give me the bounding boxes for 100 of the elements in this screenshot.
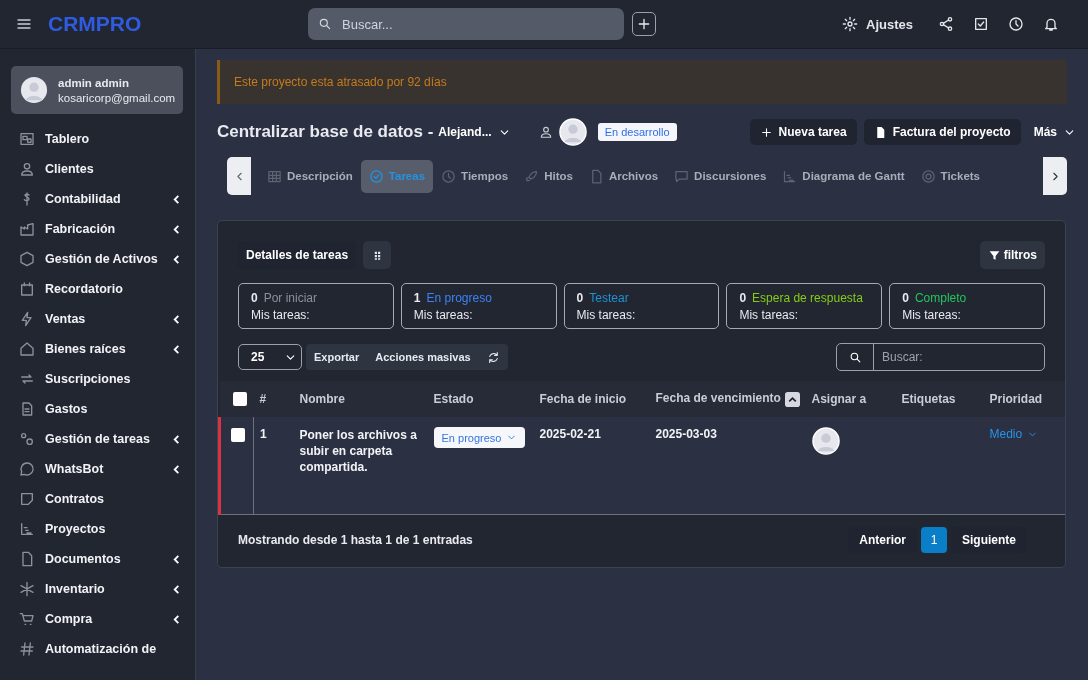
tab[interactable]: Discursiones <box>666 159 775 193</box>
summary-caption: Mis tareas: <box>739 307 800 322</box>
kanban-button[interactable] <box>363 241 392 269</box>
sidebar-item[interactable]: Gestión de Activos <box>0 244 195 274</box>
column-header[interactable]: Nombre <box>299 392 345 406</box>
tab[interactable]: Hitos <box>516 159 581 193</box>
task-details-button[interactable]: Detalles de tareas <box>238 241 357 269</box>
sidebar-item[interactable]: Ventas <box>0 304 195 334</box>
bulk-actions-button[interactable]: Acciones masivas <box>367 344 479 370</box>
table-search-field[interactable]: Buscar: <box>836 343 1045 371</box>
sidebar-item[interactable]: Contabilidad <box>0 184 195 214</box>
column-header[interactable]: Prioridad <box>989 392 1043 406</box>
column-header[interactable]: Asignar a <box>811 392 867 406</box>
status-label: Espera de respuesta <box>752 290 863 305</box>
sidebar-item[interactable]: Fabricación <box>0 214 195 244</box>
clock-icon <box>441 168 457 184</box>
column-header[interactable]: Estado <box>433 392 474 406</box>
row-checkbox[interactable] <box>231 427 245 442</box>
bell-icon[interactable] <box>1043 16 1059 32</box>
summary-caption: Mis tareas: <box>251 307 311 322</box>
client-dropdown[interactable]: Alejand... <box>438 125 511 139</box>
table-cell: 2025-02-21 <box>539 427 601 441</box>
search-input[interactable]: Buscar... <box>340 15 614 33</box>
summary-card[interactable]: 0 Completo Mis tareas: <box>889 283 1045 329</box>
sort-icon[interactable] <box>784 391 800 407</box>
note-icon <box>19 491 35 507</box>
priority-dropdown[interactable]: Medio <box>989 427 1039 441</box>
page-size-select[interactable]: 25 <box>238 344 302 370</box>
entries-info: Mostrando desde 1 hasta 1 de 1 entradas <box>238 532 473 547</box>
tab[interactable]: Tickets <box>912 159 989 193</box>
sidebar-item[interactable]: Tablero <box>0 124 195 154</box>
page-button[interactable]: 1 <box>921 526 947 553</box>
status-dropdown[interactable]: En progreso <box>433 427 526 448</box>
previous-button[interactable]: Anterior <box>848 526 917 553</box>
invoice-button[interactable]: Factura del proyecto <box>863 119 1021 145</box>
search-field[interactable]: Buscar... <box>308 8 624 40</box>
avatar-icon <box>20 76 48 104</box>
table-search-input[interactable]: Buscar: <box>874 344 1044 370</box>
status-label: Completo <box>914 290 967 305</box>
user-name: admin admin <box>58 76 130 89</box>
column-header[interactable]: # <box>259 392 267 406</box>
menu-icon[interactable] <box>16 16 32 32</box>
tab[interactable]: Tiempos <box>433 159 517 193</box>
summary-card[interactable]: 0 Testear Mis tareas: <box>563 283 720 329</box>
sidebar-item[interactable]: Suscripciones <box>0 364 195 394</box>
sidebar-item[interactable]: WhatsBot <box>0 454 195 484</box>
user-card[interactable]: admin admin kosaricorp@gmail.com <box>11 66 183 114</box>
sidebar-item[interactable]: Inventario <box>0 574 195 604</box>
filter-icon <box>987 248 1001 262</box>
tab[interactable]: Archivos <box>580 159 667 193</box>
more-dropdown[interactable]: Más <box>1027 119 1082 145</box>
share-icon[interactable] <box>938 16 954 32</box>
sidebar-item[interactable]: Documentos <box>0 544 195 574</box>
hash-icon <box>19 641 35 657</box>
column-header[interactable]: Fecha de vencimiento <box>655 391 781 406</box>
select-all-checkbox[interactable] <box>232 392 247 407</box>
summary-card[interactable]: 0 Espera de respuesta Mis tareas: <box>726 283 883 329</box>
grid-icon <box>267 168 282 184</box>
next-button[interactable]: Siguiente <box>951 526 1027 553</box>
summary-caption: Mis tareas: <box>576 307 637 322</box>
task-name-link[interactable]: Poner los archivos a subir en carpeta compartida. <box>299 427 422 475</box>
filters-button[interactable]: filtros <box>979 241 1045 269</box>
sidebar-item[interactable]: Clientes <box>0 154 195 184</box>
add-button[interactable] <box>632 12 656 36</box>
dashboard-icon <box>19 131 35 147</box>
refresh-icon <box>486 350 500 364</box>
user-icon <box>19 161 35 177</box>
tab[interactable]: Descripción <box>259 159 361 193</box>
user-email: kosaricorp@gmail.com <box>58 91 176 104</box>
sidebar-item[interactable]: Gestión de tareas <box>0 424 195 454</box>
snowflake-icon <box>19 581 35 597</box>
settings-button[interactable]: Ajustes <box>842 16 913 32</box>
search-icon <box>318 17 332 31</box>
chat-icon <box>674 168 690 184</box>
table-cell: 2025-03-03 <box>655 427 717 441</box>
sidebar-item[interactable]: Gastos <box>0 394 195 424</box>
checkbox-icon[interactable] <box>973 16 989 32</box>
column-header[interactable]: Fecha de inicio <box>539 392 627 406</box>
tab[interactable]: Diagrama de Gantt <box>774 159 913 193</box>
sidebar-item[interactable]: Contratos <box>0 484 195 514</box>
sidebar-item[interactable]: Automatización de <box>0 634 195 664</box>
summary-caption: Mis tareas: <box>902 307 962 322</box>
scroll-left-button[interactable] <box>227 157 251 195</box>
user-icon <box>538 125 553 139</box>
warning-alert: Este proyecto esta atrasado por 92 días <box>217 60 1067 104</box>
sidebar-item[interactable]: Compra <box>0 604 195 634</box>
sidebar-item[interactable]: Proyectos <box>0 514 195 544</box>
column-header[interactable]: Etiquetas <box>901 392 956 406</box>
search-icon <box>848 350 862 364</box>
export-button[interactable]: Exportar <box>306 344 368 370</box>
scroll-right-button[interactable] <box>1043 157 1067 195</box>
clock-icon[interactable] <box>1008 16 1024 32</box>
new-task-button[interactable]: Nueva tarea <box>749 119 857 145</box>
sidebar-item[interactable]: Bienes raíces <box>0 334 195 364</box>
sidebar-item[interactable]: Recordatorio <box>0 274 195 304</box>
chart-icon <box>19 521 35 537</box>
summary-card[interactable]: 0 Por iniciar Mis tareas: <box>238 283 394 329</box>
plus-icon <box>759 125 773 139</box>
house-icon <box>19 341 35 357</box>
summary-card[interactable]: 1 En progreso Mis tareas: <box>400 283 557 329</box>
